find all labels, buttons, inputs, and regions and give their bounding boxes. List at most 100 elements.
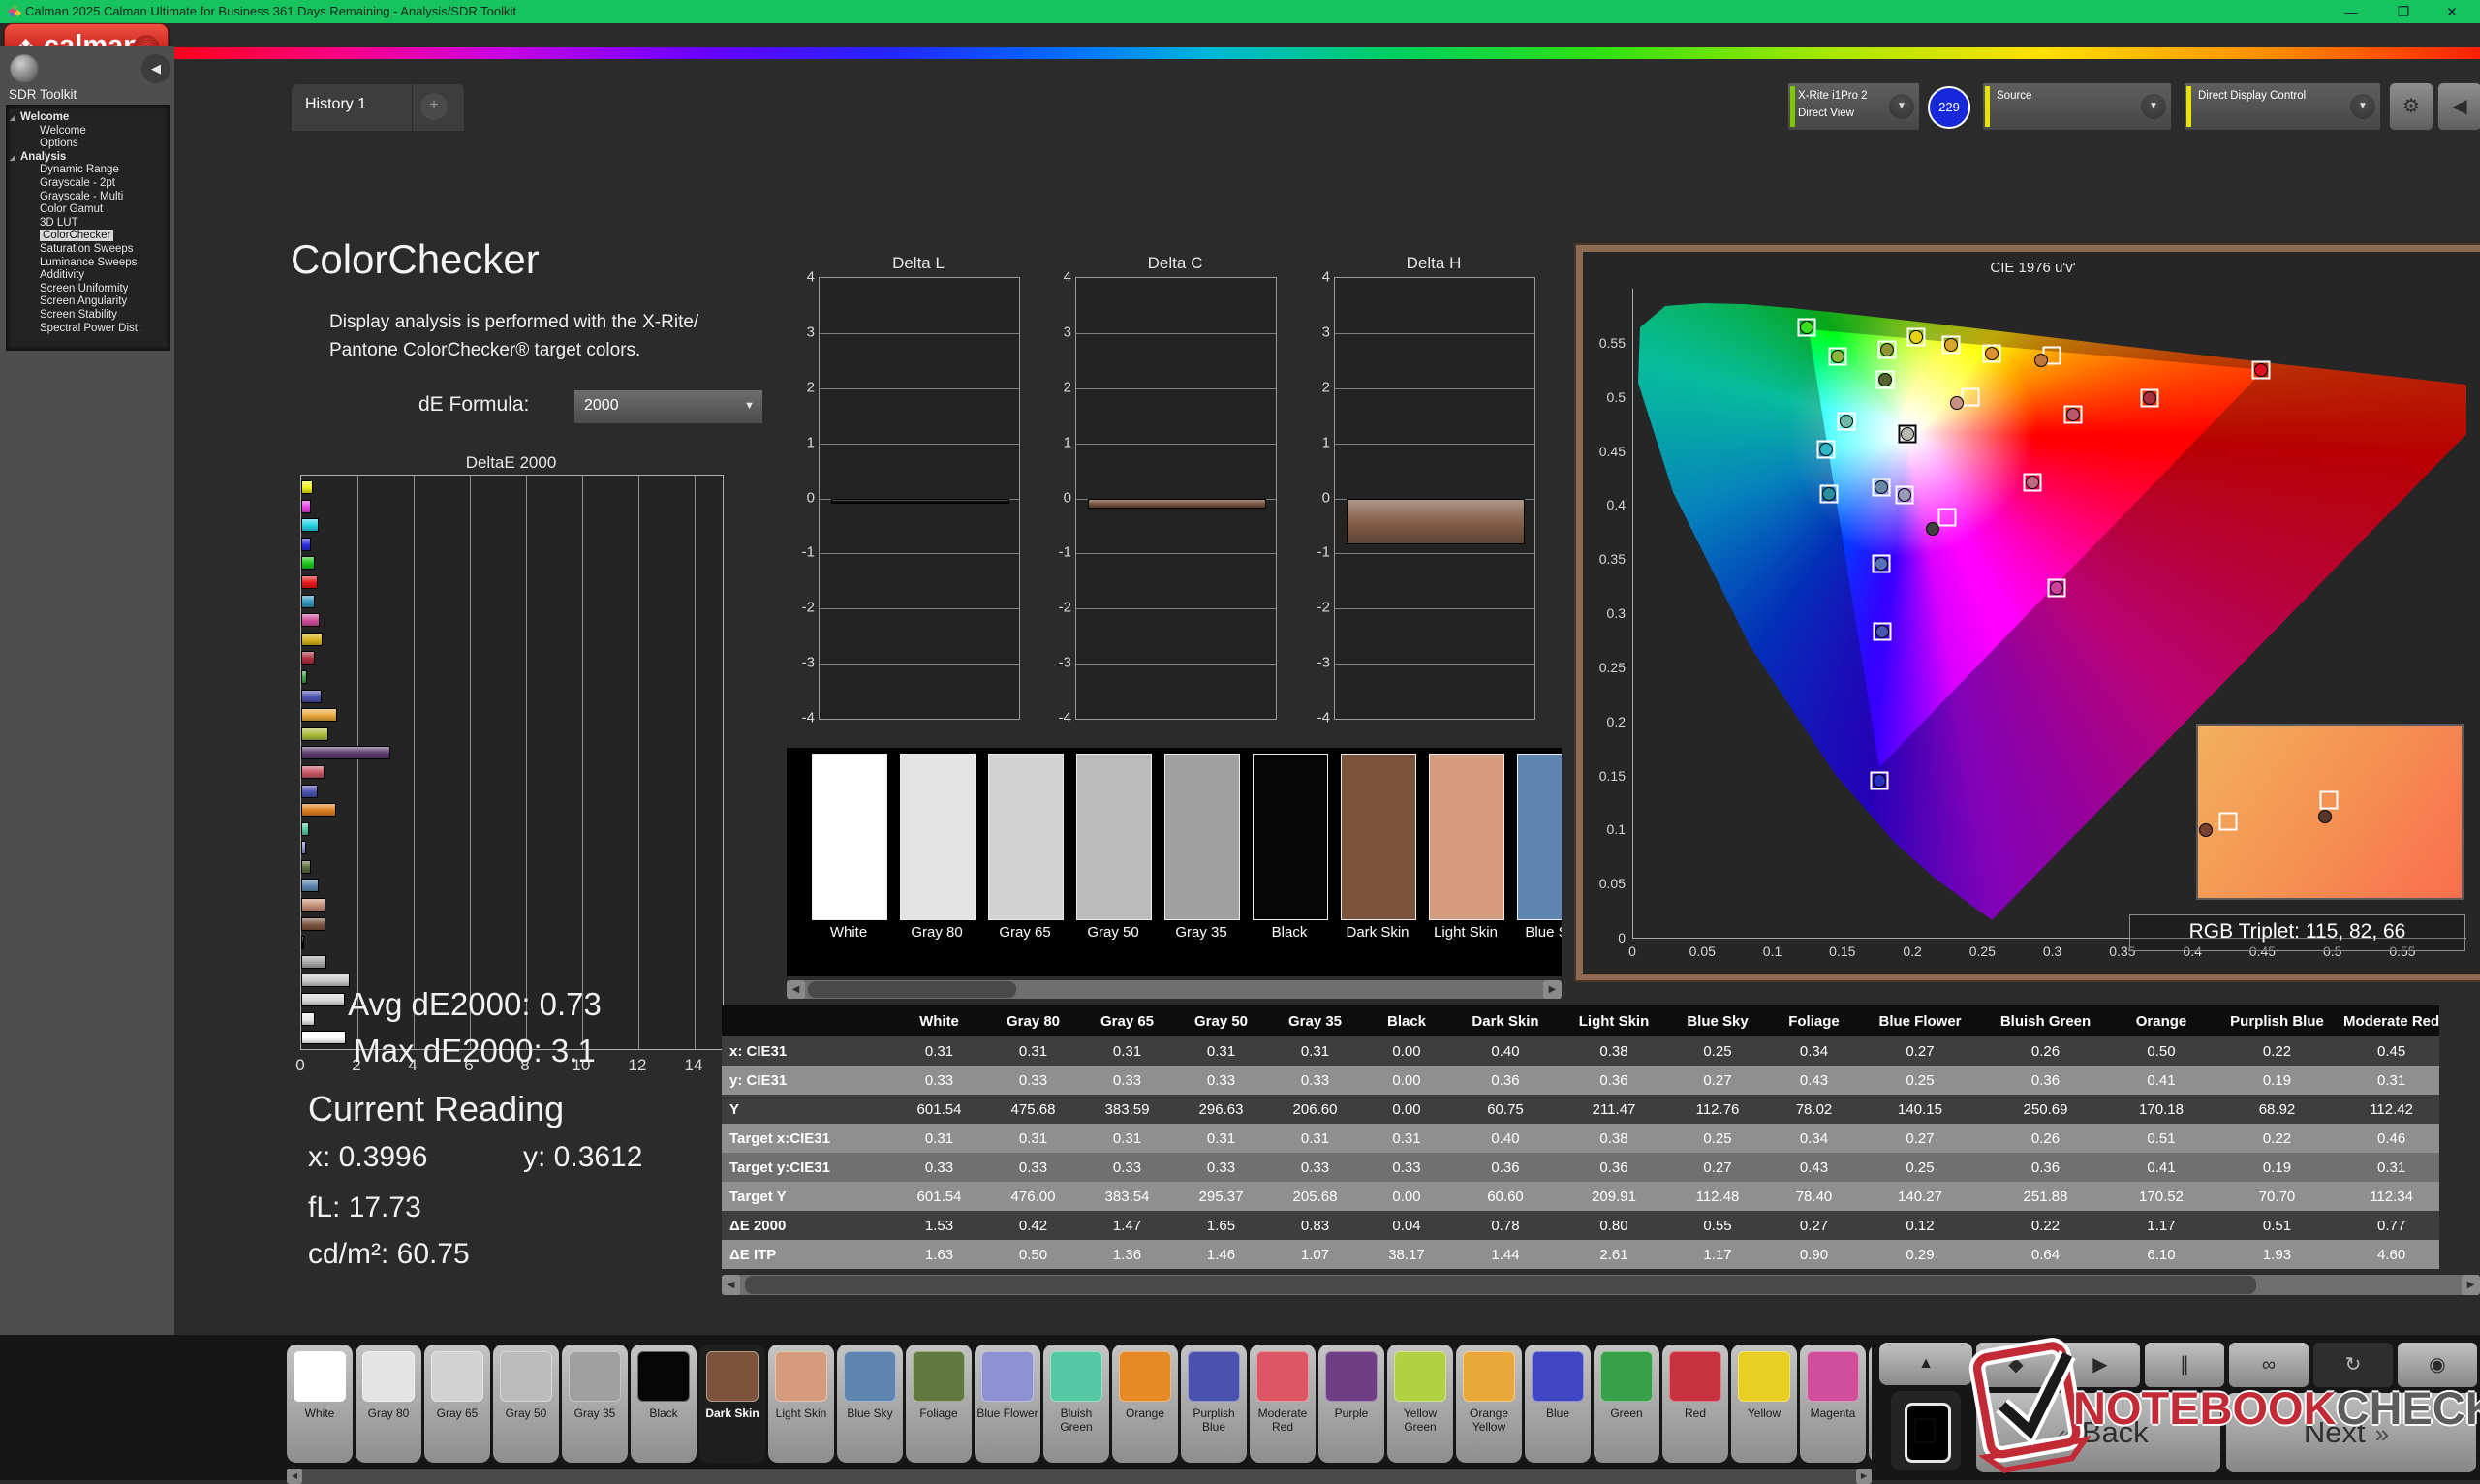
sidebar-item-additivity[interactable]: Additivity (7, 269, 170, 283)
sidebar-item-color-gamut[interactable]: Color Gamut (7, 203, 170, 217)
patch-button-dark-skin[interactable]: Dark Skin (699, 1345, 765, 1463)
x-tick-label: 0.1 (1763, 943, 1782, 959)
patch-button-orange[interactable]: Orange (1112, 1345, 1178, 1463)
scroll-right-icon[interactable]: ▶ (2462, 1275, 2480, 1295)
patch-button-moderate-red[interactable]: Moderate Red (1250, 1345, 1316, 1463)
patch-button-magenta[interactable]: Magenta (1800, 1345, 1866, 1463)
patch-button-bluish-green[interactable]: Bluish Green (1043, 1345, 1109, 1463)
patch-button-red[interactable]: Red (1662, 1345, 1728, 1463)
sidebar-item-grayscale-2pt[interactable]: Grayscale - 2pt (7, 177, 170, 191)
sidebar-collapse-button[interactable]: ◀ (141, 54, 170, 83)
patch-button-yellow-green[interactable]: Yellow Green (1387, 1345, 1453, 1463)
patch-button-black[interactable]: Black (631, 1345, 697, 1463)
swatch-white[interactable] (812, 754, 887, 920)
meter-dropdown[interactable]: X-Rite i1Pro 2 Direct View ▼ (1787, 82, 1920, 131)
sidebar-item-saturation-sweeps[interactable]: Saturation Sweeps (7, 243, 170, 257)
tool-button-target-icon[interactable]: ◉ (2398, 1343, 2477, 1387)
de-formula-dropdown[interactable]: 2000 ▼ (574, 389, 763, 424)
sidebar-item-screen-angularity[interactable]: Screen Angularity (7, 295, 170, 309)
panel-collapse-button[interactable]: ◀ (2437, 82, 2480, 131)
sidebar-item-screen-stability[interactable]: Screen Stability (7, 309, 170, 323)
patch-button-white[interactable]: White (287, 1345, 353, 1463)
swatch-light-skin[interactable] (1429, 754, 1504, 920)
chevron-down-icon[interactable]: ▼ (2141, 94, 2166, 119)
scroll-left-icon[interactable]: ◀ (787, 980, 805, 999)
restore-button[interactable]: ❐ (2381, 1, 2426, 22)
swatch-gray-80[interactable] (900, 754, 976, 920)
add-tab-button[interactable]: + (420, 93, 448, 120)
swatch-strip-scrollbar[interactable]: ◀ ▶ (787, 980, 1562, 999)
scrollbar-thumb[interactable] (808, 981, 1016, 998)
actual-target-strip: Actual Target WhiteGray 80Gray 65Gray 50… (787, 748, 1562, 976)
tool-button-pause-icon[interactable]: ∥ (2145, 1343, 2224, 1387)
patch-button-foliage[interactable]: Foliage (906, 1345, 972, 1463)
table-scrollbar[interactable]: ◀ ▶ (722, 1275, 2480, 1295)
de-bar-cyan (301, 518, 319, 532)
next-button[interactable]: Next» (2226, 1393, 2476, 1472)
chevron-down-icon[interactable]: ▼ (2350, 94, 2375, 119)
patch-label: Light Skin (769, 1407, 833, 1420)
scroll-right-icon[interactable]: ▶ (1856, 1469, 1872, 1484)
scroll-left-icon[interactable]: ◀ (287, 1469, 302, 1484)
patch-label: Orange Yellow (1457, 1407, 1521, 1434)
tool-button-refresh-icon[interactable]: ↻ (2313, 1343, 2393, 1387)
sidebar-item-spectral-power-dist[interactable]: Spectral Power Dist. (7, 323, 170, 336)
sidebar-item-options[interactable]: Options (7, 138, 170, 151)
settings-button[interactable]: ⚙ (2389, 82, 2434, 131)
sidebar-item-welcome[interactable]: Welcome (7, 125, 170, 139)
swatch-gray-35[interactable] (1164, 754, 1240, 920)
de-bar-row-purplish-blue (301, 782, 723, 801)
tool-button-pattern-icon[interactable]: ◆ (1976, 1343, 2056, 1387)
scroll-right-icon[interactable]: ▶ (1543, 980, 1562, 999)
swatch-gray-50[interactable] (1076, 754, 1152, 920)
minimize-button[interactable]: — (2329, 1, 2373, 22)
sidebar-item-grayscale-multi[interactable]: Grayscale - Multi (7, 191, 170, 204)
patch-button-blue-flower[interactable]: Blue Flower (975, 1345, 1040, 1463)
cell-value: 0.22 (2211, 1036, 2343, 1066)
sidebar-orb-button[interactable] (10, 54, 39, 83)
display-control-dropdown[interactable]: Direct Display Control ▼ (2184, 82, 2381, 131)
patch-button-gray-35[interactable]: Gray 35 (562, 1345, 628, 1463)
sidebar-item-3d-lut[interactable]: 3D LUT (7, 217, 170, 231)
pattern-window-button[interactable] (1891, 1391, 1961, 1470)
patch-button-purplish-blue[interactable]: Purplish Blue (1181, 1345, 1247, 1463)
back-button[interactable]: «Back (1976, 1393, 2220, 1472)
swatch-black[interactable] (1253, 754, 1328, 920)
expand-up-button[interactable]: ▲ (1879, 1343, 1972, 1385)
cell-value: 1.36 (1080, 1240, 1174, 1269)
patch-button-purple[interactable]: Purple (1318, 1345, 1384, 1463)
patch-button-blue-sky[interactable]: Blue Sky (837, 1345, 903, 1463)
source-dropdown[interactable]: Source ▼ (1982, 82, 2172, 131)
patch-button-cyan[interactable]: Cyan (1869, 1345, 1872, 1463)
sidebar-item-welcome[interactable]: ◢Welcome (7, 111, 170, 125)
patch-strip-scrollbar[interactable]: ◀ ▶ (287, 1469, 1872, 1484)
tool-button-read-icon[interactable]: ▶ (2061, 1343, 2140, 1387)
sidebar-item-luminance-sweeps[interactable]: Luminance Sweeps (7, 257, 170, 270)
swatch-gray-65[interactable] (988, 754, 1064, 920)
cell-value: 112.48 (1668, 1182, 1767, 1211)
patch-button-yellow[interactable]: Yellow (1731, 1345, 1797, 1463)
cell-value: 0.33 (1268, 1153, 1362, 1182)
de-chart-bars (301, 478, 723, 1047)
reading-fl: fL: 17.73 (308, 1191, 421, 1224)
scrollbar-thumb[interactable] (745, 1276, 2256, 1294)
patch-button-blue[interactable]: Blue (1525, 1345, 1591, 1463)
patch-button-green[interactable]: Green (1594, 1345, 1659, 1463)
sidebar-item-analysis[interactable]: ◢Analysis (7, 151, 170, 165)
sidebar-item-colorchecker[interactable]: ColorChecker (7, 230, 170, 243)
patch-button-gray-65[interactable]: Gray 65 (424, 1345, 490, 1463)
tool-button-continuous-icon[interactable]: ∞ (2229, 1343, 2309, 1387)
swatch-dark-skin[interactable] (1341, 754, 1416, 920)
pattern-icon: ◆ (2008, 1354, 2023, 1376)
sidebar-item-dynamic-range[interactable]: Dynamic Range (7, 164, 170, 177)
close-button[interactable]: ✕ (2430, 1, 2474, 22)
chevron-down-icon[interactable]: ▼ (1889, 94, 1914, 119)
scrollbar-thumb[interactable] (304, 1469, 1583, 1483)
scroll-left-icon[interactable]: ◀ (722, 1275, 740, 1295)
patch-button-gray-50[interactable]: Gray 50 (493, 1345, 559, 1463)
patch-button-light-skin[interactable]: Light Skin (768, 1345, 834, 1463)
swatch-blue-sky[interactable] (1517, 754, 1562, 920)
patch-button-gray-80[interactable]: Gray 80 (356, 1345, 421, 1463)
patch-button-orange-yellow[interactable]: Orange Yellow (1456, 1345, 1522, 1463)
sidebar-item-screen-uniformity[interactable]: Screen Uniformity (7, 283, 170, 296)
